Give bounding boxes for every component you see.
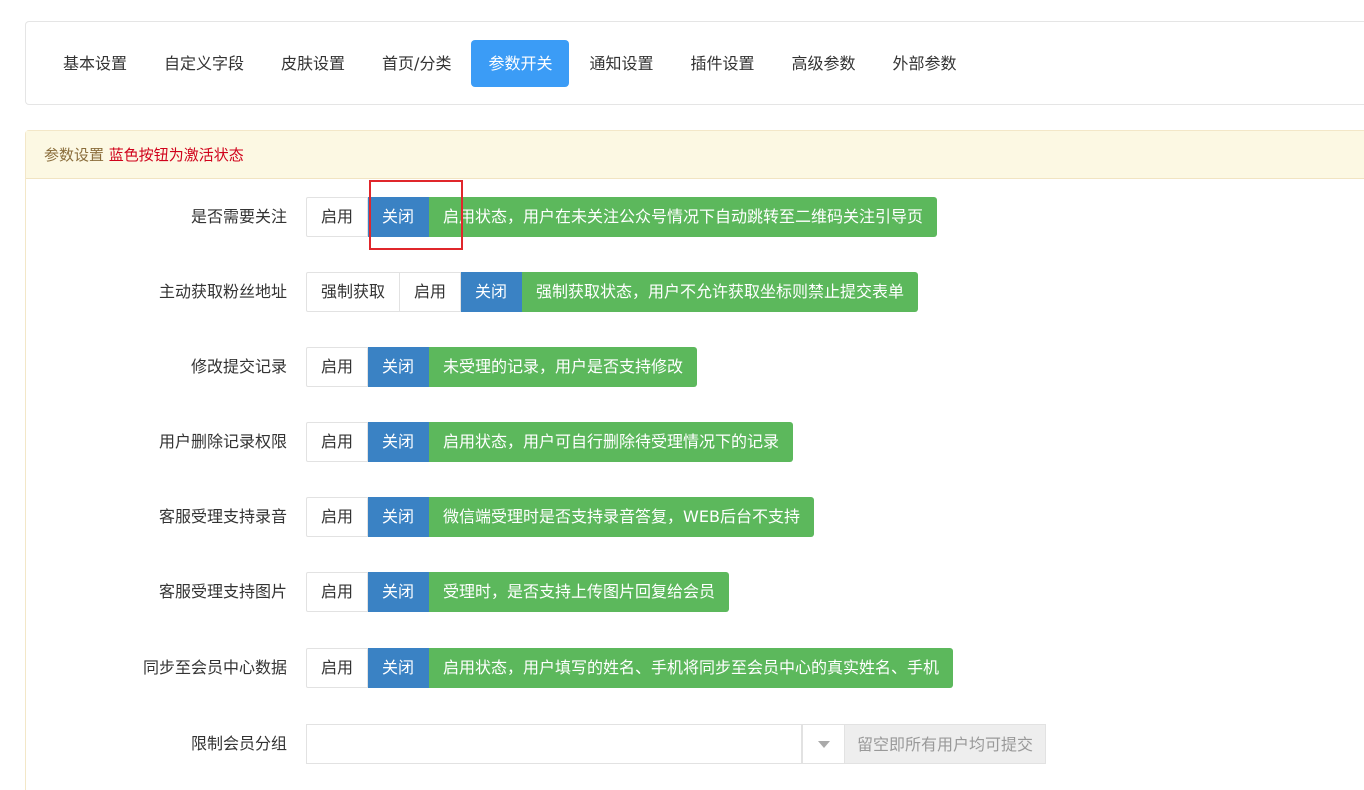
toggle-group: 启用 关闭 未受理的记录，用户是否支持修改 xyxy=(306,347,698,387)
enable-button[interactable]: 启用 xyxy=(306,572,369,612)
setting-row-require-follow: 是否需要关注 启用 关闭 启用状态，用户在未关注公众号情况下自动跳转至二维码关注… xyxy=(26,197,1364,237)
tab-plugin-settings[interactable]: 插件设置 xyxy=(673,40,771,87)
setting-label: 用户删除记录权限 xyxy=(158,432,287,451)
setting-label: 客服受理支持图片 xyxy=(158,582,287,601)
setting-row-image-reply: 客服受理支持图片 启用 关闭 受理时，是否支持上传图片回复给会员 xyxy=(26,572,1364,612)
setting-row-member-group: 限制会员分组 留空即所有用户均可提交 xyxy=(26,724,1364,764)
panel-title: 参数设置 xyxy=(44,146,105,164)
tab-notification-settings[interactable]: 通知设置 xyxy=(572,40,670,87)
setting-label: 修改提交记录 xyxy=(190,357,287,376)
enable-button[interactable]: 启用 xyxy=(400,272,462,312)
tab-home-category[interactable]: 首页/分类 xyxy=(365,40,468,87)
tab-skin-settings[interactable]: 皮肤设置 xyxy=(264,40,362,87)
setting-note: 启用状态，用户在未关注公众号情况下自动跳转至二维码关注引导页 xyxy=(429,197,938,237)
force-fetch-button[interactable]: 强制获取 xyxy=(306,272,401,312)
dropdown-arrow-icon[interactable] xyxy=(802,724,844,764)
toggle-group: 启用 关闭 启用状态，用户在未关注公众号情况下自动跳转至二维码关注引导页 xyxy=(306,197,938,237)
enable-button[interactable]: 启用 xyxy=(306,648,369,688)
setting-note: 微信端受理时是否支持录音答复，WEB后台不支持 xyxy=(429,497,814,537)
disable-button[interactable]: 关闭 xyxy=(461,272,523,312)
enable-button[interactable]: 启用 xyxy=(306,497,369,537)
enable-button[interactable]: 启用 xyxy=(306,197,369,237)
disable-button[interactable]: 关闭 xyxy=(368,197,430,237)
setting-note: 受理时，是否支持上传图片回复给会员 xyxy=(429,572,730,612)
setting-note: 未受理的记录，用户是否支持修改 xyxy=(429,347,698,387)
panel-header: 参数设置 蓝色按钮为激活状态 xyxy=(26,131,1364,179)
toggle-group: 启用 关闭 微信端受理时是否支持录音答复，WEB后台不支持 xyxy=(306,497,814,537)
toggle-group: 启用 关闭 启用状态，用户填写的姓名、手机将同步至会员中心的真实姓名、手机 xyxy=(306,648,954,688)
disable-button[interactable]: 关闭 xyxy=(368,497,430,537)
parameter-settings-panel: 参数设置 蓝色按钮为激活状态 是否需要关注 启用 关闭 启用状态，用户在未关注公… xyxy=(25,130,1364,790)
panel-hint: 蓝色按钮为激活状态 xyxy=(108,146,244,164)
setting-label: 是否需要关注 xyxy=(190,207,287,226)
disable-button[interactable]: 关闭 xyxy=(368,648,430,688)
tab-parameter-switches[interactable]: 参数开关 xyxy=(471,39,570,87)
member-group-addon: 留空即所有用户均可提交 xyxy=(844,724,1047,764)
setting-row-fetch-fan-location: 主动获取粉丝地址 强制获取 启用 关闭 强制获取状态，用户不允许获取坐标则禁止提… xyxy=(26,272,1364,312)
setting-label: 限制会员分组 xyxy=(190,734,287,753)
setting-label: 主动获取粉丝地址 xyxy=(158,282,287,301)
setting-row-sync-member-center: 同步至会员中心数据 启用 关闭 启用状态，用户填写的姓名、手机将同步至会员中心的… xyxy=(26,648,1364,688)
member-group-select: 留空即所有用户均可提交 xyxy=(306,724,1047,764)
toggle-group: 启用 关闭 受理时，是否支持上传图片回复给会员 xyxy=(306,572,730,612)
toggle-group: 启用 关闭 启用状态，用户可自行删除待受理情况下的记录 xyxy=(306,422,794,462)
enable-button[interactable]: 启用 xyxy=(306,422,369,462)
disable-button[interactable]: 关闭 xyxy=(368,572,430,612)
disable-button[interactable]: 关闭 xyxy=(368,422,430,462)
tab-advanced-parameters[interactable]: 高级参数 xyxy=(775,40,873,87)
disable-button[interactable]: 关闭 xyxy=(368,347,430,387)
settings-tab-bar: 基本设置 自定义字段 皮肤设置 首页/分类 参数开关 通知设置 插件设置 高级参… xyxy=(25,21,1364,105)
tab-custom-fields[interactable]: 自定义字段 xyxy=(147,40,261,87)
setting-row-voice-reply: 客服受理支持录音 启用 关闭 微信端受理时是否支持录音答复，WEB后台不支持 xyxy=(26,497,1364,537)
setting-note: 启用状态，用户可自行删除待受理情况下的记录 xyxy=(429,422,794,462)
setting-note: 强制获取状态，用户不允许获取坐标则禁止提交表单 xyxy=(522,272,919,312)
tab-basic-settings[interactable]: 基本设置 xyxy=(46,40,144,87)
toggle-group: 强制获取 启用 关闭 强制获取状态，用户不允许获取坐标则禁止提交表单 xyxy=(306,272,919,312)
setting-row-user-delete-permission: 用户删除记录权限 启用 关闭 启用状态，用户可自行删除待受理情况下的记录 xyxy=(26,422,1364,462)
enable-button[interactable]: 启用 xyxy=(306,347,369,387)
setting-label: 客服受理支持录音 xyxy=(158,507,287,526)
setting-row-edit-submissions: 修改提交记录 启用 关闭 未受理的记录，用户是否支持修改 xyxy=(26,347,1364,387)
setting-label: 同步至会员中心数据 xyxy=(142,658,287,677)
setting-note: 启用状态，用户填写的姓名、手机将同步至会员中心的真实姓名、手机 xyxy=(429,648,954,688)
member-group-select-box[interactable] xyxy=(306,724,802,764)
tab-external-parameters[interactable]: 外部参数 xyxy=(876,40,974,87)
